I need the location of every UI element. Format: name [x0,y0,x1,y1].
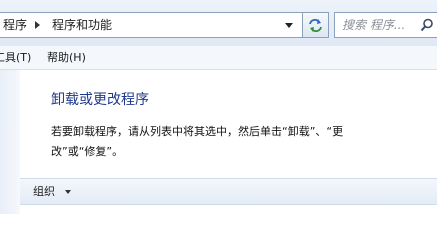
breadcrumb-separator-arrow-icon[interactable] [35,21,40,29]
chevron-down-icon [65,190,71,194]
search-placeholder: 搜索 程序... [342,18,406,32]
description-line-2: 改”或“修复”。 [51,145,124,158]
address-bar-row: 程序 程序和功能 搜索 程序... [0,0,437,46]
menu-bar: 工具(T) 帮助(H) [0,46,437,70]
page-title: 卸载或更改程序 [51,92,149,108]
organize-button[interactable]: 组织 [30,179,78,204]
command-toolbar: 组织 [20,178,437,205]
search-input[interactable]: 搜索 程序... [334,12,437,38]
description-line-1: 若要卸载程序，请从列表中将其选中，然后单击“卸载”、“更 [51,125,344,138]
menu-tools[interactable]: 工具(T) [0,51,31,65]
breadcrumb-programs[interactable]: 程序 [3,18,27,32]
address-bar[interactable]: 程序 程序和功能 [0,12,303,38]
program-list-area [20,205,437,214]
left-pane-edge [0,70,20,214]
refresh-button[interactable] [303,12,329,38]
organize-label: 组织 [33,185,55,198]
search-icon[interactable] [420,18,434,32]
address-history-dropdown-icon[interactable] [285,23,293,28]
breadcrumb-programs-and-features[interactable]: 程序和功能 [52,18,112,32]
menu-help[interactable]: 帮助(H) [47,51,86,65]
refresh-icon [309,19,322,32]
